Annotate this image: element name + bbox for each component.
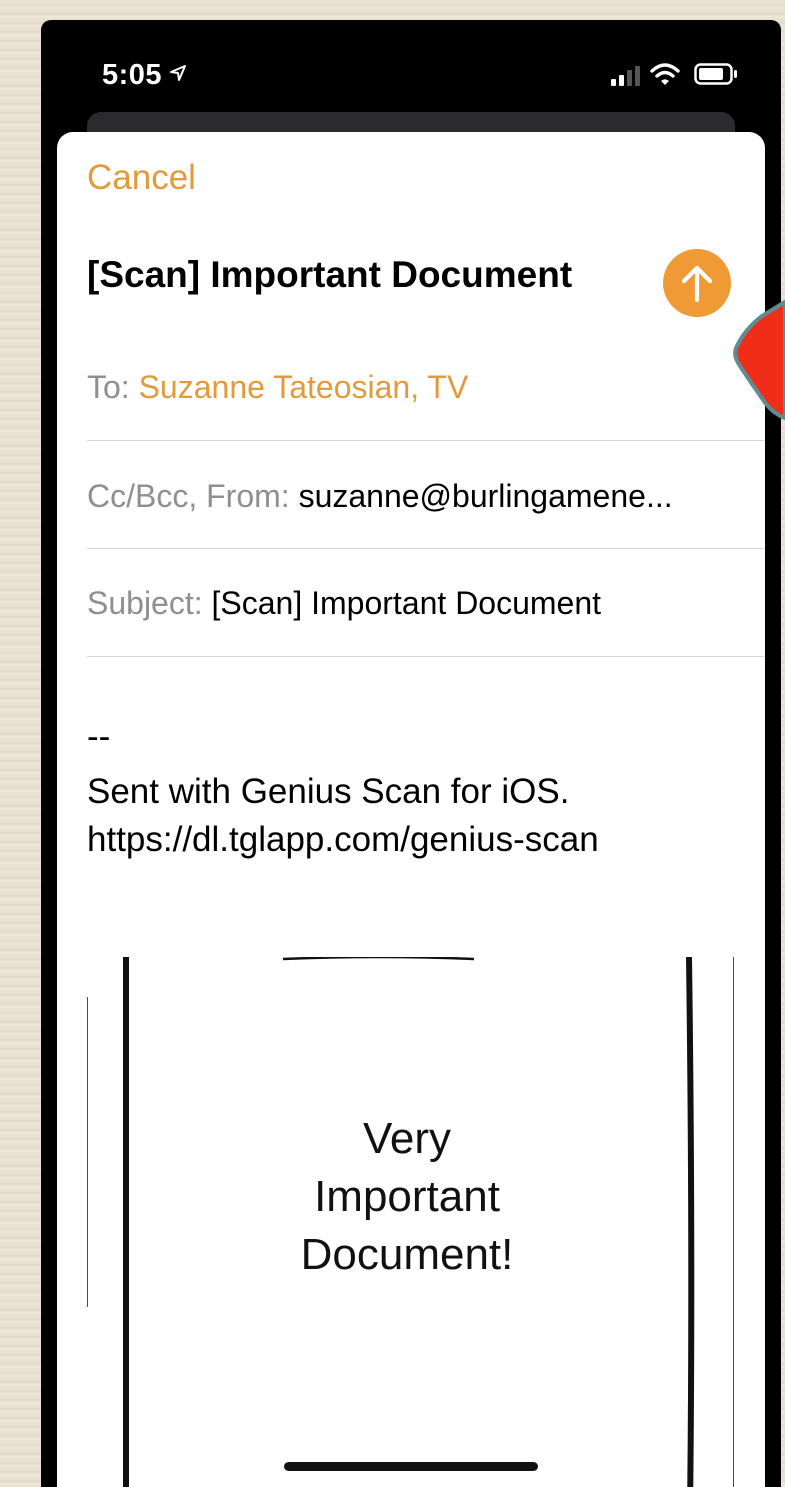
send-button[interactable] (663, 249, 731, 317)
divider (87, 548, 765, 549)
red-callout-shape (733, 300, 785, 420)
to-recipient[interactable]: Suzanne Tateosian, TV (139, 369, 469, 405)
to-field[interactable]: To: Suzanne Tateosian, TV (87, 369, 765, 406)
mail-compose-sheet: Cancel [Scan] Important Document To: Suz… (57, 132, 765, 1487)
status-time: 5:05 (102, 59, 163, 91)
subject-input[interactable]: [Scan] Important Document (212, 585, 602, 621)
signature-separator: -- (87, 717, 111, 756)
arrow-up-icon (681, 265, 713, 303)
signature-line-1: Sent with Genius Scan for iOS. (87, 772, 570, 811)
compose-title: [Scan] Important Document (87, 254, 573, 295)
battery-icon (694, 63, 737, 85)
document-line-2: Important (314, 1172, 500, 1221)
document-line-1: Very (362, 1114, 452, 1163)
status-bar: 5:05 (41, 20, 781, 120)
phone-screen: 5:05 Cancel [Scan] Important Document To… (41, 20, 781, 1487)
divider (87, 440, 765, 441)
cancel-button[interactable]: Cancel (87, 158, 196, 198)
subject-label: Subject: (87, 585, 203, 621)
divider (87, 656, 765, 657)
wifi-icon (650, 63, 680, 85)
cellular-signal-icon (611, 66, 640, 86)
signature-link[interactable]: https://dl.tglapp.com/genius-scan (87, 820, 599, 860)
from-address[interactable]: suzanne@burlingamene... (299, 478, 673, 514)
scanned-document-attachment[interactable]: Very Important Document! (87, 957, 734, 1487)
cc-bcc-from-field[interactable]: Cc/Bcc, From: suzanne@burlingamene... (87, 478, 765, 515)
document-text: Very Important Document! (247, 1110, 567, 1284)
location-arrow-icon (170, 65, 186, 81)
subject-field[interactable]: Subject: [Scan] Important Document (87, 585, 765, 622)
to-label: To: (87, 369, 130, 405)
cc-bcc-from-label: Cc/Bcc, From: (87, 478, 290, 514)
home-indicator[interactable] (284, 1462, 538, 1471)
document-line-3: Document! (300, 1230, 514, 1279)
